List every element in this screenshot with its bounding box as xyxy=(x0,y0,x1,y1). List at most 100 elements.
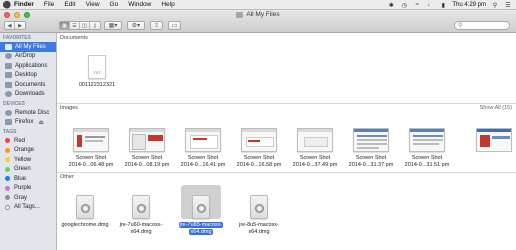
sidebar-item-label: Purple xyxy=(14,185,32,192)
file-item-image[interactable]: Screen Shot 2014-0...08.19 pm xyxy=(119,118,175,168)
menu-edit[interactable]: Edit xyxy=(64,1,75,8)
sidebar-item-tag-green[interactable]: Green xyxy=(0,165,56,175)
sidebar-item-airdrop[interactable]: AirDrop xyxy=(0,52,56,62)
back-forward-buttons: ◀ ▶ xyxy=(4,21,26,30)
file-item-image[interactable]: Screen Shot 2014-0...37.49 pm xyxy=(287,118,343,168)
screenshot-thumbnail xyxy=(409,128,445,152)
volume-icon[interactable]: ♩ xyxy=(426,2,434,9)
section-header-images: Images Show All (15) xyxy=(57,103,516,111)
close-button[interactable] xyxy=(4,11,10,18)
action-button[interactable]: ⚙▾ xyxy=(127,21,145,30)
menubar-clock[interactable]: Thu 4:29 pm xyxy=(452,2,486,8)
file-name: Screen Shot 2014-0...16.58 pm xyxy=(236,155,282,168)
menu-window[interactable]: Window xyxy=(128,1,151,8)
search-field[interactable]: ⚲ xyxy=(454,21,510,30)
documents-icon xyxy=(5,81,12,88)
window-title-text: All My Files xyxy=(246,11,280,18)
share-icon: ⇧ xyxy=(153,23,160,29)
column-view-button[interactable]: ◫ xyxy=(80,22,90,29)
arrange-button[interactable]: ▦▾ xyxy=(104,21,122,30)
bluetooth-icon[interactable]: ✱ xyxy=(387,2,395,9)
file-item-dmg[interactable]: jre-8u5-macosx- x64.dmg xyxy=(231,185,287,235)
forward-button[interactable]: ▶ xyxy=(15,22,25,29)
file-item-dmg[interactable]: jre-7u60-macosx- x64.dmg xyxy=(113,185,169,235)
screenshot-thumbnail xyxy=(353,128,389,152)
screenshot-thumbnail xyxy=(185,128,221,152)
airdrop-icon xyxy=(5,53,12,60)
file-thumbnail xyxy=(127,118,167,152)
file-thumbnail xyxy=(239,118,279,152)
file-item-image[interactable]: Screen Shot 2014-0...16.58 pm xyxy=(231,118,287,168)
file-name: jre-7u65-macosx- x64.dmg xyxy=(178,222,224,235)
file-item-dmg[interactable]: googlechrome.dmg xyxy=(57,185,113,229)
sidebar-item-tag-gray[interactable]: Gray xyxy=(0,193,56,203)
sidebar-item-tag-blue[interactable]: Blue xyxy=(0,174,56,184)
show-all-link[interactable]: Show All (15) xyxy=(480,105,512,111)
file-item-image[interactable]: Screen Shot 2014-0...31.37 pm xyxy=(343,118,399,168)
menu-view[interactable]: View xyxy=(86,1,100,8)
file-item-image[interactable]: Screen Shot 2014-0...16.41 pm xyxy=(175,118,231,168)
remote-disc-icon xyxy=(5,109,12,116)
sidebar-item-tag-purple[interactable]: Purple xyxy=(0,184,56,194)
minimize-button[interactable] xyxy=(14,11,20,18)
file-thumbnail xyxy=(181,185,221,219)
spotlight-icon[interactable]: ⚲ xyxy=(491,2,499,9)
tags-button[interactable]: ▭ xyxy=(168,21,181,30)
menu-bar: ⚫ Finder File Edit View Go Window Help ✱… xyxy=(0,0,516,10)
file-item-image[interactable]: Screen Shot 2014-0...06.48 pm xyxy=(63,118,119,168)
section-header-other: Other xyxy=(57,172,516,180)
sidebar-item-tag-red[interactable]: Red xyxy=(0,136,56,146)
sidebar-item-tag-orange[interactable]: Orange xyxy=(0,146,56,156)
window-controls xyxy=(4,11,30,18)
eject-icon[interactable]: ⏏ xyxy=(38,119,44,126)
file-item-image[interactable]: Screen Shot 2014-0...31.51 pm xyxy=(399,118,455,168)
wifi-icon[interactable]: ≈ xyxy=(413,2,421,9)
tag-color-dot xyxy=(5,185,10,191)
disk-image-icon xyxy=(76,195,94,219)
cover-flow-button[interactable]: ▯ xyxy=(90,22,100,29)
view-mode-buttons: ▦ ☰ ◫ ▯ xyxy=(59,21,101,30)
file-item-image[interactable] xyxy=(462,118,516,152)
sidebar-item-label: Red xyxy=(14,137,26,144)
tag-color-dot xyxy=(5,176,10,182)
menu-finder[interactable]: Finder xyxy=(14,1,34,8)
file-name: Screen Shot 2014-0...08.19 pm xyxy=(124,155,170,168)
sidebar-item-applications[interactable]: Applications xyxy=(0,61,56,71)
sidebar-item-desktop[interactable]: Desktop xyxy=(0,71,56,81)
battery-icon[interactable]: ▮ xyxy=(439,2,447,9)
apple-menu-icon[interactable]: ⚫ xyxy=(0,1,14,9)
sidebar-item-downloads[interactable]: Downloads xyxy=(0,90,56,100)
file-item-document[interactable]: TXT 001122312321 xyxy=(69,45,125,89)
file-ext: TXT xyxy=(93,70,101,75)
text-file-icon: TXT xyxy=(88,55,106,79)
menu-go[interactable]: Go xyxy=(110,1,119,8)
sidebar-item-documents[interactable]: Documents xyxy=(0,80,56,90)
menu-help[interactable]: Help xyxy=(161,1,174,8)
notification-center-icon[interactable]: ☰ xyxy=(504,2,512,9)
applications-icon xyxy=(5,62,12,69)
arrange-icon: ▦▾ xyxy=(108,23,118,29)
sidebar-item-all-tags[interactable]: All Tags... xyxy=(0,203,56,213)
all-files-icon xyxy=(5,43,12,50)
sidebar-item-label: Orange xyxy=(14,147,35,154)
share-button[interactable]: ⇧ xyxy=(150,21,163,30)
sidebar-item-tag-yellow[interactable]: Yellow xyxy=(0,155,56,165)
zoom-button[interactable] xyxy=(24,11,30,18)
sidebar-item-remote-disc[interactable]: Remote Disc xyxy=(0,108,56,118)
sidebar-item-label: Firefox xyxy=(15,119,34,126)
file-item-dmg-selected[interactable]: jre-7u65-macosx- x64.dmg xyxy=(173,185,229,235)
file-thumbnail xyxy=(407,118,447,152)
file-name: Screen Shot 2014-0...31.37 pm xyxy=(348,155,394,168)
sidebar-item-all-my-files[interactable]: All My Files xyxy=(0,42,56,52)
sidebar-item-firefox[interactable]: Firefox ⏏ xyxy=(0,118,56,128)
file-browser: Documents TXT 001122312321 Images Show A… xyxy=(57,33,516,250)
time-machine-icon[interactable]: ◷ xyxy=(400,2,408,9)
window-title: All My Files xyxy=(236,11,280,18)
sidebar: FAVORITES All My Files AirDrop Applicati… xyxy=(0,33,57,250)
menu-file[interactable]: File xyxy=(44,1,54,8)
window-titlebar: All My Files xyxy=(0,10,516,19)
back-button[interactable]: ◀ xyxy=(5,22,15,29)
list-view-button[interactable]: ☰ xyxy=(70,22,80,29)
icon-view-button[interactable]: ▦ xyxy=(60,22,70,29)
file-thumbnail: TXT xyxy=(77,45,117,79)
